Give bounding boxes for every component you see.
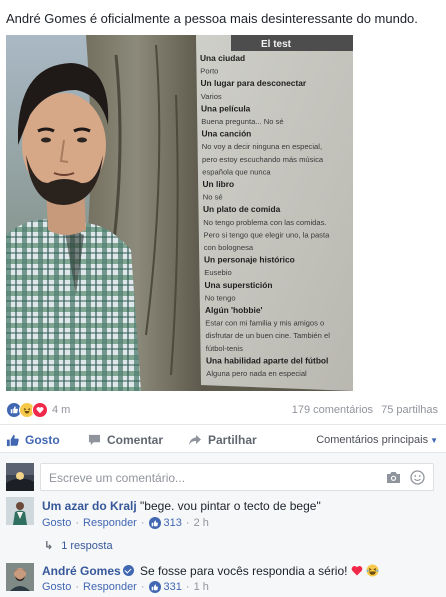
comment-label: Comentar [107, 433, 164, 447]
comment-body: Um azar do Kralj "bege. vou pintar o tec… [42, 498, 321, 514]
like-count-icon [148, 581, 161, 593]
comment-timestamp[interactable]: 2 h [194, 517, 209, 529]
love-reaction-icon [32, 402, 48, 418]
commenter-avatar[interactable] [6, 497, 34, 525]
magazine-header: El test [261, 39, 292, 50]
comment-icon [88, 434, 101, 446]
magazine-answer: Alguna pero nada en especial [206, 369, 307, 378]
like-count-icon [148, 517, 161, 529]
shares-count-link[interactable]: 75 partilhas [381, 404, 438, 416]
comment-like-count[interactable]: 313 [164, 517, 182, 529]
comment-author[interactable]: André Gomes [42, 564, 121, 578]
magazine-answer: española que nunca [202, 167, 271, 176]
magazine-answer: Buena pregunta... No sé [201, 117, 283, 126]
comment-like-link[interactable]: Gosto [42, 517, 71, 529]
magazine-question: Una canción [202, 129, 252, 139]
replies-count: 1 resposta [61, 539, 113, 552]
photo-illustration: El test Una ciudad Porto Un lugar para desc… [6, 35, 353, 391]
reaction-count[interactable]: 4 m [52, 404, 70, 416]
post-text: André Gomes é oficialmente a pessoa mais… [6, 11, 418, 26]
magazine-question: Una película [201, 103, 251, 113]
magazine-question: Algún 'hobbie' [205, 305, 262, 315]
view-replies-link[interactable]: ↳ 1 resposta [44, 539, 113, 553]
commenter-avatar[interactable] [6, 563, 34, 591]
magazine-answer: fútbol-tenis [206, 344, 243, 353]
magazine-answer: pero estoy escuchando más música [202, 155, 324, 164]
magazine-answer: No tengo [205, 293, 236, 302]
chevron-down-icon: ▼ [430, 436, 438, 445]
comment-body: André Gomes Se fosse para vocês respondi… [42, 563, 379, 579]
separator: · [185, 517, 190, 529]
comment-author[interactable]: Um azar do Kralj [42, 499, 137, 513]
share-label: Partilhar [208, 433, 257, 447]
separator: · [140, 517, 145, 529]
verified-badge-icon [122, 565, 134, 576]
post-photo[interactable]: El test Una ciudad Porto Un lugar para desc… [6, 35, 353, 391]
separator: · [75, 581, 80, 593]
magazine-answer: Eusebio [204, 268, 231, 277]
post-actions: Gosto Comentar Partilhar Comentários pri… [6, 428, 440, 452]
thumbs-up-icon [6, 434, 19, 446]
magazine-question: Un personaje histórico [204, 255, 295, 265]
comment-input[interactable]: Escreve um comentário... [40, 463, 434, 491]
comment-input-placeholder: Escreve um comentário... [49, 471, 186, 485]
divider [0, 424, 446, 425]
separator: · [140, 581, 145, 593]
magazine-answer: disfrutar de un buen cine. También el [206, 331, 331, 340]
magazine-answer: No voy a decir ninguna en especial, [202, 142, 322, 151]
comment-meta: Gosto · Responder · 313 · 2 h [42, 517, 209, 529]
camera-icon[interactable] [386, 471, 401, 489]
comment-like-link[interactable]: Gosto [42, 581, 71, 593]
magazine-question: Un plato de comida [203, 204, 281, 214]
magazine-answer: Pero si tengo que elegir uno, la pasta [204, 230, 331, 239]
magazine-question: Un lugar para desconectar [201, 78, 307, 88]
magazine-answer: Estar con mi familia y mis amigos o [205, 319, 324, 328]
magazine-answer: No tengo problema con las comidas. [203, 218, 326, 227]
separator: · [185, 581, 190, 593]
share-arrow-icon [189, 435, 201, 445]
comment-button[interactable]: Comentar [88, 433, 163, 447]
comment-meta: Gosto · Responder · 331 · 1 h [42, 581, 209, 593]
comments-count-link[interactable]: 179 comentários [292, 404, 373, 416]
sort-label: Comentários principais [316, 434, 429, 446]
current-user-avatar[interactable] [6, 463, 34, 491]
comment-sort-dropdown[interactable]: Comentários principais ▼ [316, 434, 438, 446]
comment-reply-link[interactable]: Responder [83, 581, 137, 593]
comment-reply-link[interactable]: Responder [83, 517, 137, 529]
separator: · [75, 517, 80, 529]
comment-text: Se fosse para vocês respondia a sério! [140, 564, 348, 578]
reply-arrow-icon: ↳ [44, 540, 54, 552]
magazine-answer: Varios [201, 92, 222, 101]
comment-text: "bege. vou pintar o tecto de bege" [140, 499, 321, 513]
magazine-question: Una habilidad aparte del fútbol [206, 355, 328, 365]
laughing-emoji-icon [366, 564, 379, 578]
heart-emoji-icon [351, 564, 366, 578]
magazine-answer: Porto [200, 67, 218, 76]
comment-like-count[interactable]: 331 [164, 581, 182, 593]
magazine-answer: con bolognesa [204, 243, 254, 252]
magazine-question: Una ciudad [200, 53, 245, 63]
comment-timestamp[interactable]: 1 h [194, 581, 209, 593]
share-button[interactable]: Partilhar [188, 433, 257, 447]
like-label: Gosto [25, 433, 60, 447]
reaction-icons[interactable] [6, 402, 48, 418]
magazine-answer: No sé [203, 193, 223, 202]
emoji-icon[interactable] [410, 470, 425, 490]
reactions-bar: 4 m 179 comentários 75 partilhas [6, 401, 440, 419]
magazine-question: Un libro [203, 179, 235, 189]
like-button[interactable]: Gosto [6, 433, 60, 447]
magazine-question: Una superstición [205, 280, 273, 290]
